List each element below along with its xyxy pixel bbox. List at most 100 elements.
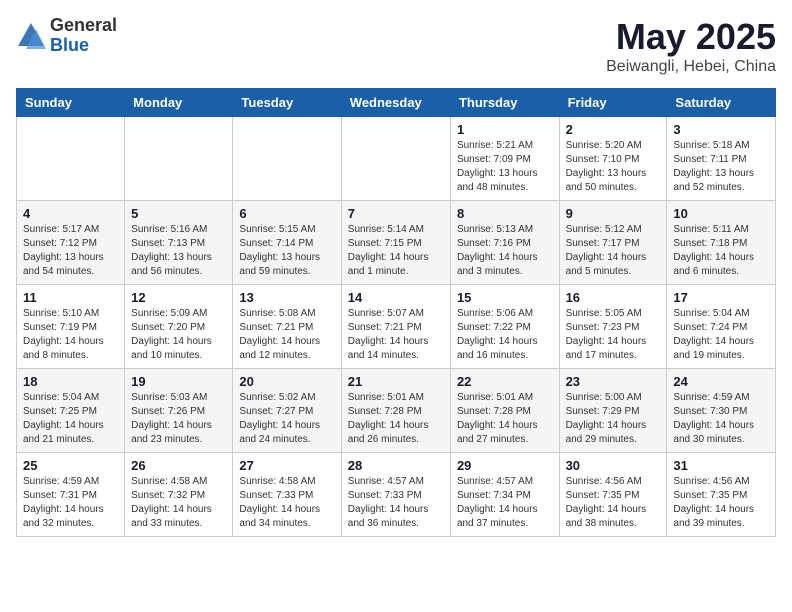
calendar-cell: 7 Sunrise: 5:14 AMSunset: 7:15 PMDaylight… [341,201,450,285]
calendar-cell: 5 Sunrise: 5:16 AMSunset: 7:13 PMDaylight… [125,201,233,285]
day-number: 11 [23,290,118,305]
calendar-cell: 24 Sunrise: 4:59 AMSunset: 7:30 PMDayligh… [667,369,776,453]
calendar-cell: 30Sunrise: 4:56 AMSunset: 7:35 PMDayligh… [559,453,667,537]
calendar-cell [125,117,233,201]
day-info: Sunrise: 5:14 AMSunset: 7:15 PMDaylight:… [348,223,444,279]
weekday-header-tuesday: Tuesday [233,89,341,117]
day-info: Sunrise: 5:01 AMSunset: 7:28 PMDaylight:… [457,391,553,447]
day-info: Sunrise: 5:03 AMSunset: 7:26 PMDaylight:… [131,391,226,447]
calendar-week-2: 4 Sunrise: 5:17 AMSunset: 7:12 PMDaylight… [17,201,776,285]
weekday-header-sunday: Sunday [17,89,125,117]
day-number: 22 [457,374,553,389]
calendar-cell [233,117,341,201]
calendar-cell: 2Sunrise: 5:20 AMSunset: 7:10 PMDaylight… [559,117,667,201]
day-number: 2 [566,122,661,137]
day-info: Sunrise: 5:04 AMSunset: 7:25 PMDaylight:… [23,391,118,447]
calendar-week-1: 1Sunrise: 5:21 AMSunset: 7:09 PMDaylight… [17,117,776,201]
day-number: 31 [673,458,769,473]
logo-general: General [50,16,117,36]
day-number: 3 [673,122,769,137]
weekday-header-thursday: Thursday [450,89,559,117]
day-info: Sunrise: 4:59 AMSunset: 7:30 PMDaylight:… [673,391,769,447]
logo-icon [16,21,46,51]
day-info: Sunrise: 5:08 AMSunset: 7:21 PMDaylight:… [239,307,334,363]
day-info: Sunrise: 5:13 AMSunset: 7:16 PMDaylight:… [457,223,553,279]
day-number: 25 [23,458,118,473]
day-number: 8 [457,206,553,221]
day-info: Sunrise: 4:58 AMSunset: 7:32 PMDaylight:… [131,475,226,531]
calendar-cell: 16 Sunrise: 5:05 AMSunset: 7:23 PMDayligh… [559,285,667,369]
weekday-header-monday: Monday [125,89,233,117]
day-info: Sunrise: 5:10 AMSunset: 7:19 PMDaylight:… [23,307,118,363]
day-number: 16 [566,290,661,305]
day-number: 24 [673,374,769,389]
logo: General Blue [16,16,117,56]
day-number: 12 [131,290,226,305]
calendar-cell: 18 Sunrise: 5:04 AMSunset: 7:25 PMDayligh… [17,369,125,453]
day-info: Sunrise: 5:01 AMSunset: 7:28 PMDaylight:… [348,391,444,447]
weekday-header-friday: Friday [559,89,667,117]
calendar-cell: 1Sunrise: 5:21 AMSunset: 7:09 PMDaylight… [450,117,559,201]
title-block: May 2025 Beiwangli, Hebei, China [606,16,776,76]
logo-blue: Blue [50,36,117,56]
day-info: Sunrise: 5:15 AMSunset: 7:14 PMDaylight:… [239,223,334,279]
day-info: Sunrise: 5:07 AMSunset: 7:21 PMDaylight:… [348,307,444,363]
calendar-title: May 2025 [606,16,776,58]
day-info: Sunrise: 5:17 AMSunset: 7:12 PMDaylight:… [23,223,118,279]
calendar-week-4: 18 Sunrise: 5:04 AMSunset: 7:25 PMDayligh… [17,369,776,453]
day-info: Sunrise: 5:18 AMSunset: 7:11 PMDaylight:… [673,139,769,195]
calendar-cell [341,117,450,201]
day-info: Sunrise: 4:56 AMSunset: 7:35 PMDaylight:… [673,475,769,531]
calendar-cell: 12Sunrise: 5:09 AMSunset: 7:20 PMDayligh… [125,285,233,369]
logo-text: General Blue [50,16,117,56]
calendar-cell: 8 Sunrise: 5:13 AMSunset: 7:16 PMDaylight… [450,201,559,285]
day-number: 20 [239,374,334,389]
day-info: Sunrise: 4:58 AMSunset: 7:33 PMDaylight:… [239,475,334,531]
day-info: Sunrise: 4:57 AMSunset: 7:34 PMDaylight:… [457,475,553,531]
day-info: Sunrise: 5:16 AMSunset: 7:13 PMDaylight:… [131,223,226,279]
day-number: 19 [131,374,226,389]
weekday-header-saturday: Saturday [667,89,776,117]
calendar-table: SundayMondayTuesdayWednesdayThursdayFrid… [16,88,776,537]
weekday-header-row: SundayMondayTuesdayWednesdayThursdayFrid… [17,89,776,117]
day-info: Sunrise: 5:12 AMSunset: 7:17 PMDaylight:… [566,223,661,279]
calendar-cell: 23Sunrise: 5:00 AMSunset: 7:29 PMDayligh… [559,369,667,453]
calendar-cell: 10 Sunrise: 5:11 AMSunset: 7:18 PMDayligh… [667,201,776,285]
day-info: Sunrise: 5:21 AMSunset: 7:09 PMDaylight:… [457,139,553,195]
calendar-cell: 4 Sunrise: 5:17 AMSunset: 7:12 PMDaylight… [17,201,125,285]
day-number: 6 [239,206,334,221]
calendar-cell: 11 Sunrise: 5:10 AMSunset: 7:19 PMDayligh… [17,285,125,369]
day-number: 4 [23,206,118,221]
calendar-cell: 26Sunrise: 4:58 AMSunset: 7:32 PMDayligh… [125,453,233,537]
page-header: General Blue May 2025 Beiwangli, Hebei, … [16,16,776,76]
calendar-cell: 22 Sunrise: 5:01 AMSunset: 7:28 PMDayligh… [450,369,559,453]
day-number: 15 [457,290,553,305]
calendar-cell: 14 Sunrise: 5:07 AMSunset: 7:21 PMDayligh… [341,285,450,369]
calendar-cell: 29 Sunrise: 4:57 AMSunset: 7:34 PMDayligh… [450,453,559,537]
day-number: 28 [348,458,444,473]
day-info: Sunrise: 5:05 AMSunset: 7:23 PMDaylight:… [566,307,661,363]
day-number: 5 [131,206,226,221]
day-number: 18 [23,374,118,389]
day-number: 29 [457,458,553,473]
day-number: 14 [348,290,444,305]
calendar-cell: 20 Sunrise: 5:02 AMSunset: 7:27 PMDayligh… [233,369,341,453]
day-number: 13 [239,290,334,305]
day-number: 17 [673,290,769,305]
calendar-subtitle: Beiwangli, Hebei, China [606,58,776,76]
day-number: 10 [673,206,769,221]
day-number: 23 [566,374,661,389]
calendar-cell: 28 Sunrise: 4:57 AMSunset: 7:33 PMDayligh… [341,453,450,537]
day-info: Sunrise: 5:02 AMSunset: 7:27 PMDaylight:… [239,391,334,447]
weekday-header-wednesday: Wednesday [341,89,450,117]
calendar-cell: 21Sunrise: 5:01 AMSunset: 7:28 PMDayligh… [341,369,450,453]
day-number: 7 [348,206,444,221]
day-info: Sunrise: 5:11 AMSunset: 7:18 PMDaylight:… [673,223,769,279]
day-info: Sunrise: 5:04 AMSunset: 7:24 PMDaylight:… [673,307,769,363]
calendar-cell: 3 Sunrise: 5:18 AMSunset: 7:11 PMDaylight… [667,117,776,201]
calendar-week-5: 25 Sunrise: 4:59 AMSunset: 7:31 PMDayligh… [17,453,776,537]
calendar-cell: 6 Sunrise: 5:15 AMSunset: 7:14 PMDaylight… [233,201,341,285]
calendar-cell: 19 Sunrise: 5:03 AMSunset: 7:26 PMDayligh… [125,369,233,453]
day-info: Sunrise: 4:59 AMSunset: 7:31 PMDaylight:… [23,475,118,531]
day-info: Sunrise: 4:57 AMSunset: 7:33 PMDaylight:… [348,475,444,531]
